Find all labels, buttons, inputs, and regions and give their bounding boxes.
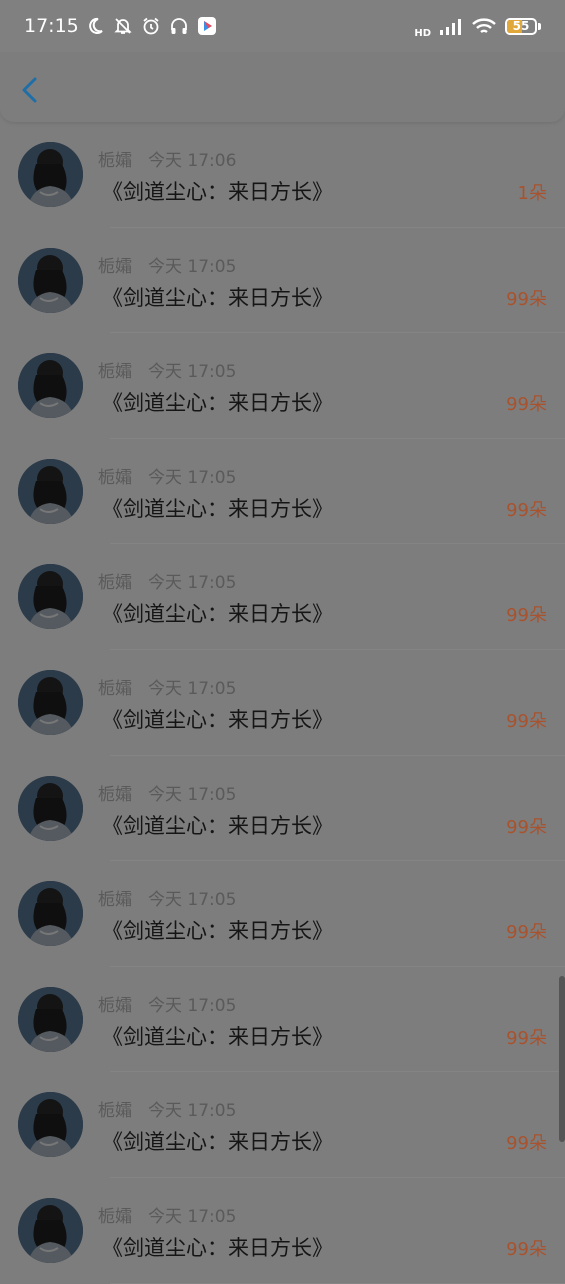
sender-name: 栀孀 <box>98 151 132 171</box>
item-time: 今天 17:05 <box>148 995 237 1016</box>
avatar[interactable] <box>18 775 83 841</box>
chevron-left-icon <box>22 77 37 103</box>
item-meta: 栀孀 今天 17:05 <box>98 463 236 488</box>
avatar[interactable] <box>18 564 83 630</box>
item-title: 《剑道尘心：来日方长》 <box>102 602 333 627</box>
item-meta: 栀孀 今天 17:05 <box>98 1096 236 1121</box>
sender-name: 栀孀 <box>98 1206 132 1227</box>
list-item[interactable]: 栀孀 今天 17:05 《剑道尘心：来日方长》 99朵 <box>0 967 565 1073</box>
item-time: 今天 17:05 <box>148 678 237 699</box>
sender-name: 栀孀 <box>98 256 132 277</box>
sender-name: 栀孀 <box>98 784 132 805</box>
flower-count: 99朵 <box>506 1238 547 1260</box>
list-item[interactable]: 栀孀 今天 17:05 《剑道尘心：来日方长》 99朵 <box>0 439 565 545</box>
flower-count: 99朵 <box>506 816 547 838</box>
signal-icon <box>439 16 463 36</box>
item-meta: 栀孀 今天 17:05 <box>98 568 236 593</box>
sender-name: 栀孀 <box>98 890 132 911</box>
battery-icon: 55 <box>505 17 541 35</box>
avatar[interactable] <box>18 986 83 1052</box>
list-item[interactable]: 栀孀 今天 17:05 《剑道尘心：来日方长》 99朵 <box>0 756 565 862</box>
scrollbar[interactable] <box>559 976 565 1142</box>
avatar[interactable] <box>18 142 83 207</box>
sender-name: 栀孀 <box>98 467 132 488</box>
flower-count: 99朵 <box>506 288 547 310</box>
flower-count: 99朵 <box>506 499 547 521</box>
item-time: 今天 17:05 <box>148 890 237 911</box>
back-button[interactable] <box>14 74 46 106</box>
avatar[interactable] <box>18 458 83 524</box>
item-meta: 栀孀 今天 17:05 <box>98 674 236 699</box>
item-title: 《剑道尘心：来日方长》 <box>102 919 333 944</box>
sender-name: 栀孀 <box>98 573 132 594</box>
sender-name: 栀孀 <box>98 678 132 699</box>
sender-name: 栀孀 <box>98 1101 132 1122</box>
gift-record-list[interactable]: 栀孀 今天 17:06 《剑道尘心：来日方长》 1朵 栀孀 今天 17:05 《… <box>0 122 565 1284</box>
flower-count: 1朵 <box>517 183 547 204</box>
status-icons-left <box>85 16 217 36</box>
list-item[interactable]: 栀孀 今天 17:05 《剑道尘心：来日方长》 99朵 <box>0 544 565 650</box>
list-item[interactable]: 栀孀 今天 17:05 《剑道尘心：来日方长》 99朵 <box>0 333 565 439</box>
item-title: 《剑道尘心：来日方长》 <box>102 707 333 732</box>
flower-count: 99朵 <box>506 1133 547 1155</box>
flower-count: 99朵 <box>506 394 547 416</box>
avatar[interactable] <box>18 669 83 735</box>
status-bar: 17:15 HD 55 <box>0 0 565 52</box>
item-meta: 栀孀 今天 17:06 <box>98 146 236 171</box>
status-time: 17:15 <box>24 15 79 37</box>
item-title: 《剑道尘心：来日方长》 <box>102 813 333 838</box>
item-time: 今天 17:05 <box>148 362 237 383</box>
item-meta: 栀孀 今天 17:05 <box>98 357 236 382</box>
item-time: 今天 17:05 <box>148 573 237 594</box>
item-title: 《剑道尘心：来日方长》 <box>102 496 333 521</box>
item-meta: 栀孀 今天 17:05 <box>98 991 236 1016</box>
list-item[interactable]: 栀孀 今天 17:05 《剑道尘心：来日方长》 99朵 <box>0 650 565 756</box>
item-time: 今天 17:05 <box>148 784 237 805</box>
sender-name: 栀孀 <box>98 995 132 1016</box>
item-time: 今天 17:06 <box>148 151 237 171</box>
list-item[interactable]: 栀孀 今天 17:06 《剑道尘心：来日方长》 1朵 <box>0 122 565 228</box>
list-item[interactable]: 栀孀 今天 17:05 《剑道尘心：来日方长》 99朵 <box>0 1072 565 1178</box>
item-meta: 栀孀 今天 17:05 <box>98 1202 236 1227</box>
flower-count: 99朵 <box>506 710 547 732</box>
item-title: 《剑道尘心：来日方长》 <box>102 391 333 416</box>
battery-level: 55 <box>512 18 530 33</box>
item-time: 今天 17:05 <box>148 1206 237 1227</box>
item-title: 《剑道尘心：来日方长》 <box>102 1130 333 1155</box>
alarm-icon <box>141 16 161 36</box>
item-meta: 栀孀 今天 17:05 <box>98 252 236 277</box>
list-item[interactable]: 栀孀 今天 17:05 《剑道尘心：来日方长》 99朵 <box>0 1178 565 1284</box>
sender-name: 栀孀 <box>98 362 132 383</box>
item-meta: 栀孀 今天 17:05 <box>98 885 236 910</box>
moon-icon <box>85 16 105 36</box>
item-title: 《剑道尘心：来日方长》 <box>102 1235 333 1260</box>
flower-count: 99朵 <box>506 1027 547 1049</box>
list-item[interactable]: 栀孀 今天 17:05 《剑道尘心：来日方长》 99朵 <box>0 228 565 334</box>
avatar[interactable] <box>18 1092 83 1158</box>
status-icons-right: HD 55 <box>414 14 541 39</box>
avatar[interactable] <box>18 881 83 947</box>
flower-count: 99朵 <box>506 922 547 944</box>
divider <box>110 1282 565 1284</box>
list-item[interactable]: 栀孀 今天 17:05 《剑道尘心：来日方长》 99朵 <box>0 861 565 967</box>
bell-off-icon <box>113 16 133 36</box>
avatar[interactable] <box>18 247 83 313</box>
flower-count: 99朵 <box>506 605 547 627</box>
header-bar <box>0 52 565 122</box>
avatar[interactable] <box>18 353 83 419</box>
item-meta: 栀孀 今天 17:05 <box>98 780 236 805</box>
item-title: 《剑道尘心：来日方长》 <box>102 285 333 310</box>
item-time: 今天 17:05 <box>148 467 237 488</box>
item-title: 《剑道尘心：来日方长》 <box>102 1024 333 1049</box>
app-store-icon <box>197 16 217 36</box>
item-time: 今天 17:05 <box>148 1101 237 1122</box>
network-label: HD <box>414 27 431 39</box>
headphones-icon <box>169 16 189 36</box>
wifi-icon <box>471 16 497 36</box>
avatar[interactable] <box>18 1197 83 1263</box>
item-time: 今天 17:05 <box>148 256 237 277</box>
item-title: 《剑道尘心：来日方长》 <box>102 180 333 204</box>
